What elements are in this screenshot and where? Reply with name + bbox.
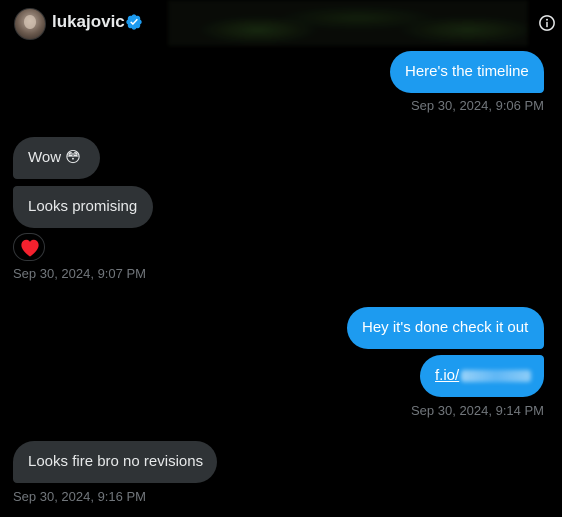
verified-badge-icon xyxy=(126,14,142,30)
message-text: Looks promising xyxy=(28,198,138,215)
message-bubble-outgoing[interactable]: Hey it's done check it out xyxy=(347,307,544,349)
info-icon[interactable] xyxy=(538,14,556,32)
message-link[interactable]: f.io/ xyxy=(435,367,459,384)
message-text: Wow 😳 xyxy=(28,149,81,166)
heart-icon xyxy=(21,239,39,257)
message-bubble-outgoing[interactable]: Here's the timeline xyxy=(390,51,544,93)
message-bubble-incoming[interactable]: Looks promising xyxy=(13,186,153,228)
message-timestamp: Sep 30, 2024, 9:06 PM xyxy=(411,98,544,113)
message-bubble-incoming[interactable]: Wow 😳 xyxy=(13,137,100,179)
message-bubble-outgoing-link[interactable]: f.io/ xyxy=(420,355,544,397)
message-text: Here's the timeline xyxy=(405,63,529,80)
message-reaction[interactable] xyxy=(13,233,45,261)
message-timestamp: Sep 30, 2024, 9:16 PM xyxy=(13,489,146,504)
header-background-blur xyxy=(168,0,528,46)
avatar[interactable] xyxy=(14,8,46,40)
message-text: Hey it's done check it out xyxy=(362,319,529,336)
redacted-link-blur xyxy=(461,370,532,383)
username[interactable]: lukajovic xyxy=(52,12,125,32)
message-timestamp: Sep 30, 2024, 9:07 PM xyxy=(13,266,146,281)
message-bubble-incoming[interactable]: Looks fire bro no revisions xyxy=(13,441,217,483)
message-timestamp: Sep 30, 2024, 9:14 PM xyxy=(411,403,544,418)
conversation-header: lukajovic xyxy=(0,0,562,48)
message-text: Looks fire bro no revisions xyxy=(28,453,204,470)
